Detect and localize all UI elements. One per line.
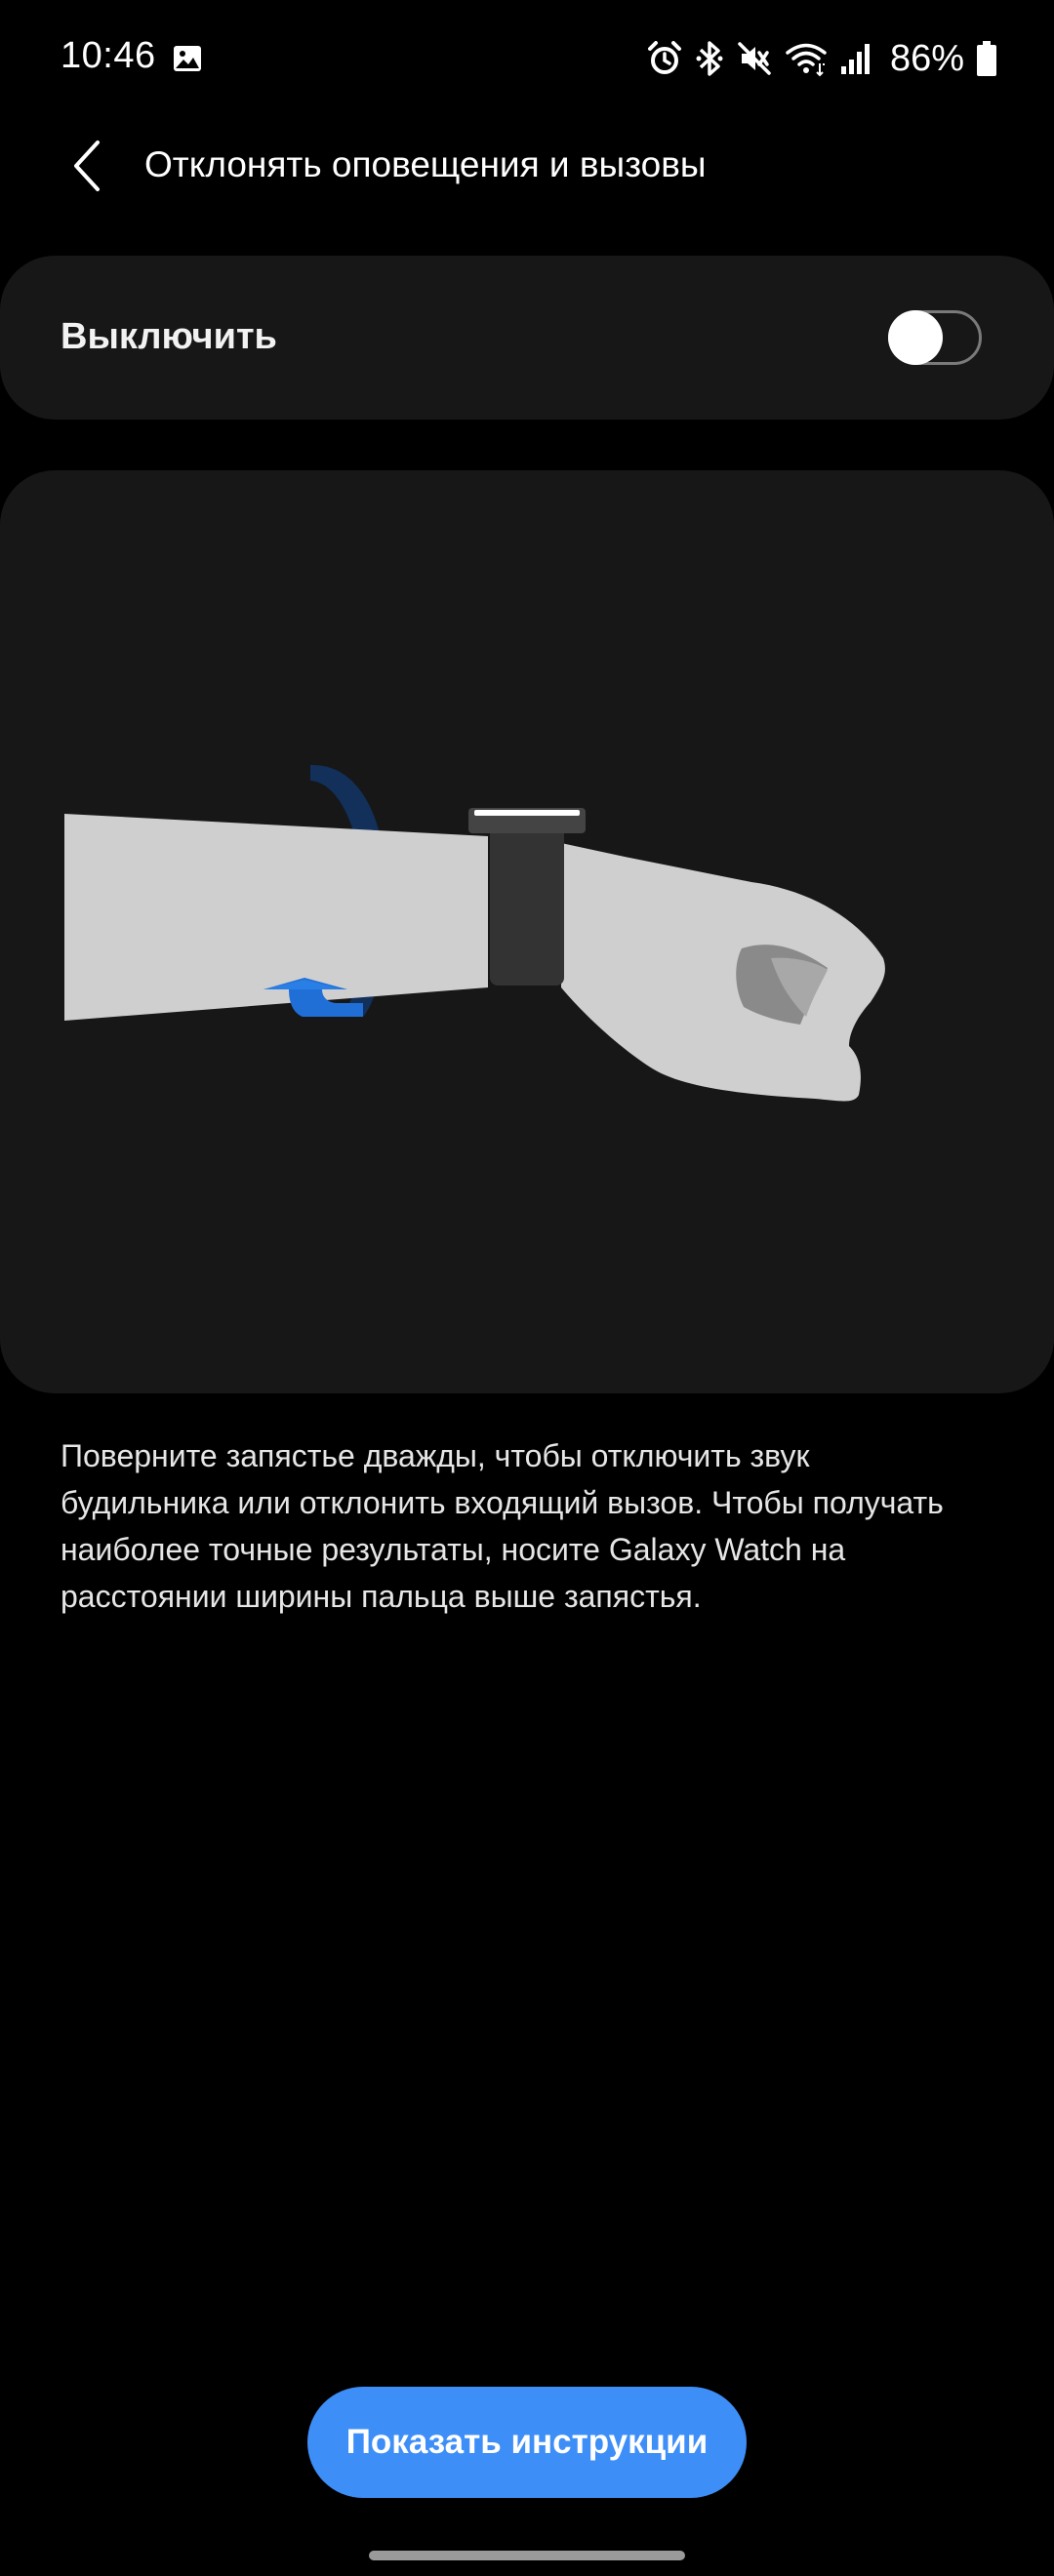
forearm: [64, 814, 488, 1021]
switch-knob: [888, 310, 943, 365]
feature-switch[interactable]: [888, 310, 982, 365]
description-text: Поверните запястье дважды, чтобы отключи…: [61, 1438, 944, 1614]
status-bar: 10:46 86%: [0, 0, 1054, 117]
battery-icon: [977, 41, 996, 76]
back-button[interactable]: [49, 127, 127, 205]
status-icons: 86%: [646, 35, 997, 82]
show-instructions-button[interactable]: Показать инструкции: [307, 2387, 747, 2498]
bluetooth-icon: [696, 41, 723, 76]
watch-band: [490, 812, 564, 986]
mute-icon: [738, 42, 771, 75]
gallery-icon: [174, 46, 201, 71]
signal-icon: [840, 44, 870, 74]
alarm-icon: [647, 41, 681, 74]
arm-with-watch-illustration: [64, 764, 885, 1102]
toggle-card[interactable]: Выключить: [0, 256, 1054, 420]
hand: [561, 843, 885, 1102]
home-indicator[interactable]: [369, 2551, 685, 2560]
illustration-card: [0, 470, 1054, 1393]
watch-face-highlight: [474, 810, 580, 816]
status-time: 10:46: [61, 35, 156, 76]
battery-percentage: 86%: [889, 37, 964, 79]
page-title: Отклонять оповещения и вызовы: [144, 144, 707, 184]
app-header: Отклонять оповещения и вызовы: [0, 117, 1054, 215]
wifi-icon: [786, 43, 827, 77]
chevron-left-icon: [74, 141, 100, 191]
toggle-label: Выключить: [61, 316, 277, 357]
